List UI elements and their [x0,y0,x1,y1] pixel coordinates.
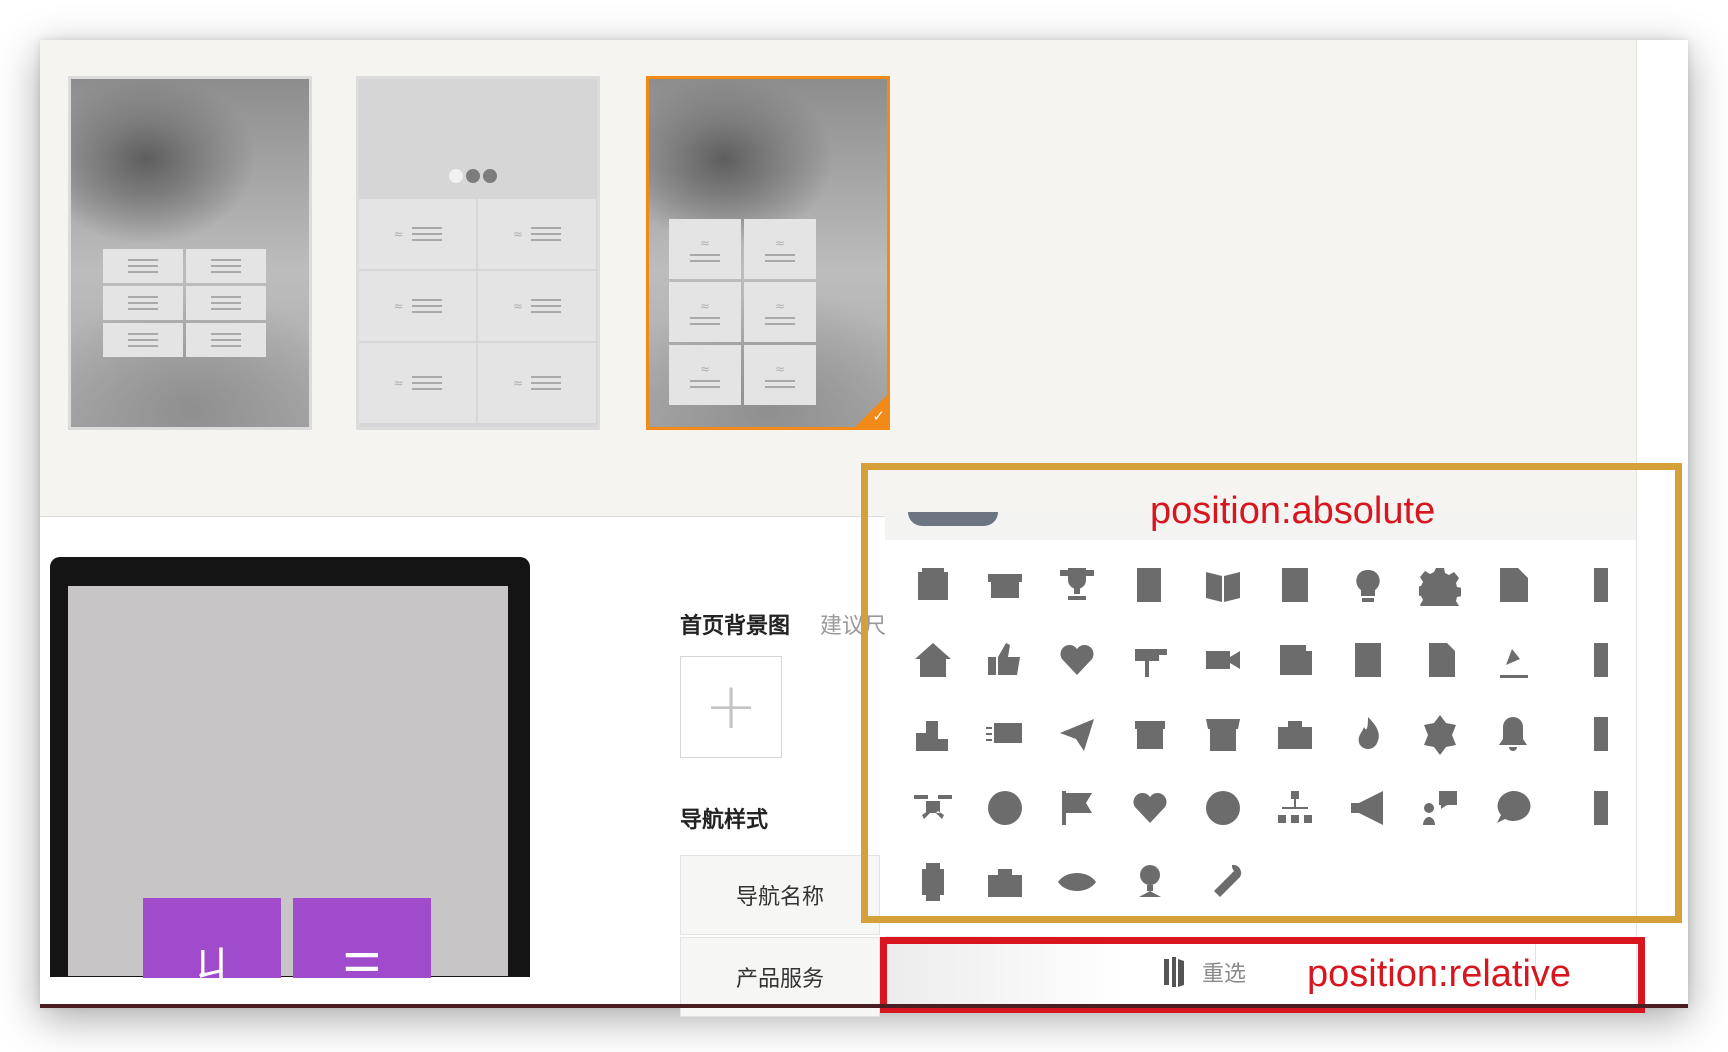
thumbs-up-icon[interactable] [977,632,1033,688]
open-book-icon[interactable] [1195,557,1251,613]
fire-icon[interactable] [1340,706,1396,762]
thumbnail-card-grid: ≈ ≈ ≈ ≈ ≈ ≈ [669,219,816,405]
badge-icon[interactable] [1412,706,1468,762]
window-bottom-edge [40,1004,1688,1008]
store-icon: ☰ [342,945,382,978]
newspaper-icon[interactable] [1267,632,1323,688]
checkmark-icon: ✓ [872,407,885,425]
nav-style-label: 导航样式 [680,808,769,833]
scrollbar-track[interactable] [1636,40,1637,1006]
notepad-icon[interactable] [1340,632,1396,688]
inbox-icon[interactable] [905,557,961,613]
icon-picker-tab[interactable] [908,512,998,526]
phone-tile-bookmark: ㄐ [143,898,281,978]
gear-icon[interactable] [1412,557,1468,613]
heart-icon[interactable] [1049,632,1105,688]
bookmark-icon [1164,957,1184,987]
upload-image-button[interactable]: + [680,656,782,758]
user-document-icon[interactable] [1412,632,1468,688]
partial-icon [1559,557,1615,613]
megaphone-icon[interactable] [1340,780,1396,836]
reselect-label: 重选 [1202,962,1247,987]
chat-bubble-icon[interactable] [1485,780,1541,836]
bookmark-icon: ㄐ [190,943,234,978]
video-camera-icon[interactable] [1195,632,1251,688]
thumbnail-card-grid: ≈ ≈ ≈ ≈ ≈ ≈ [359,199,596,423]
paper-plane-icon[interactable] [1049,706,1105,762]
flag-icon[interactable] [1049,780,1105,836]
document-icon[interactable] [1485,557,1541,613]
podium-icon[interactable] [905,706,961,762]
thumbnail-card-grid [103,249,266,357]
bookmark-book-icon[interactable] [1122,557,1178,613]
plus-icon: + [704,670,758,744]
fast-mail-icon[interactable] [977,706,1033,762]
trophy-icon[interactable] [1049,557,1105,613]
layout-thumbnail-3[interactable]: ≈ ≈ ≈ ≈ ≈ ≈ ✓ [646,76,890,430]
smartwatch-icon[interactable] [905,854,961,910]
reselect-button[interactable]: 重选 [1160,952,1246,992]
background-image-label: 首页背景图 [680,614,791,639]
eye-icon[interactable] [1049,854,1105,910]
desk-lamp-icon[interactable] [1485,632,1541,688]
carousel-dots [449,169,497,183]
layout-template-area: ≈ ≈ ≈ ≈ ≈ ≈ ≈ ≈ ≈ ≈ ≈ ≈ ✓ [40,40,1636,517]
briefcase-icon[interactable] [977,854,1033,910]
heart-gift-icon[interactable] [1122,780,1178,836]
sitemap-icon[interactable] [1267,780,1323,836]
partial-icon [1559,632,1615,688]
webcam-icon[interactable] [1122,854,1178,910]
drone-icon[interactable] [905,780,961,836]
annotation-absolute-label: position:absolute [1150,490,1436,532]
nav-name-header: 导航名称 [680,855,880,935]
toolbox-icon[interactable] [1267,706,1323,762]
partial-icon [1559,706,1615,762]
partial-icon [1559,780,1615,836]
layout-thumbnail-1[interactable] [68,76,312,430]
lightbulb-icon[interactable] [1340,557,1396,613]
layout-thumbnail-2[interactable]: ≈ ≈ ≈ ≈ ≈ ≈ [356,76,600,430]
background-image-hint: 建议尺 [820,614,887,639]
lifebuoy-icon[interactable] [1195,780,1251,836]
bell-icon[interactable] [1485,706,1541,762]
box-icon[interactable] [1122,706,1178,762]
speaking-person-icon[interactable] [1412,780,1468,836]
home-icon[interactable] [905,632,961,688]
archive-icon[interactable] [977,557,1033,613]
mailbox-icon[interactable] [1122,632,1178,688]
phone-tile-store: ☰ [293,898,431,978]
wrench-icon[interactable] [1195,854,1251,910]
storefront-icon[interactable] [1195,706,1251,762]
phone-preview-screen [68,586,508,976]
smile-icon[interactable] [977,780,1033,836]
star-book-icon[interactable] [1267,557,1323,613]
annotation-relative-label: position:relative [1307,953,1572,995]
